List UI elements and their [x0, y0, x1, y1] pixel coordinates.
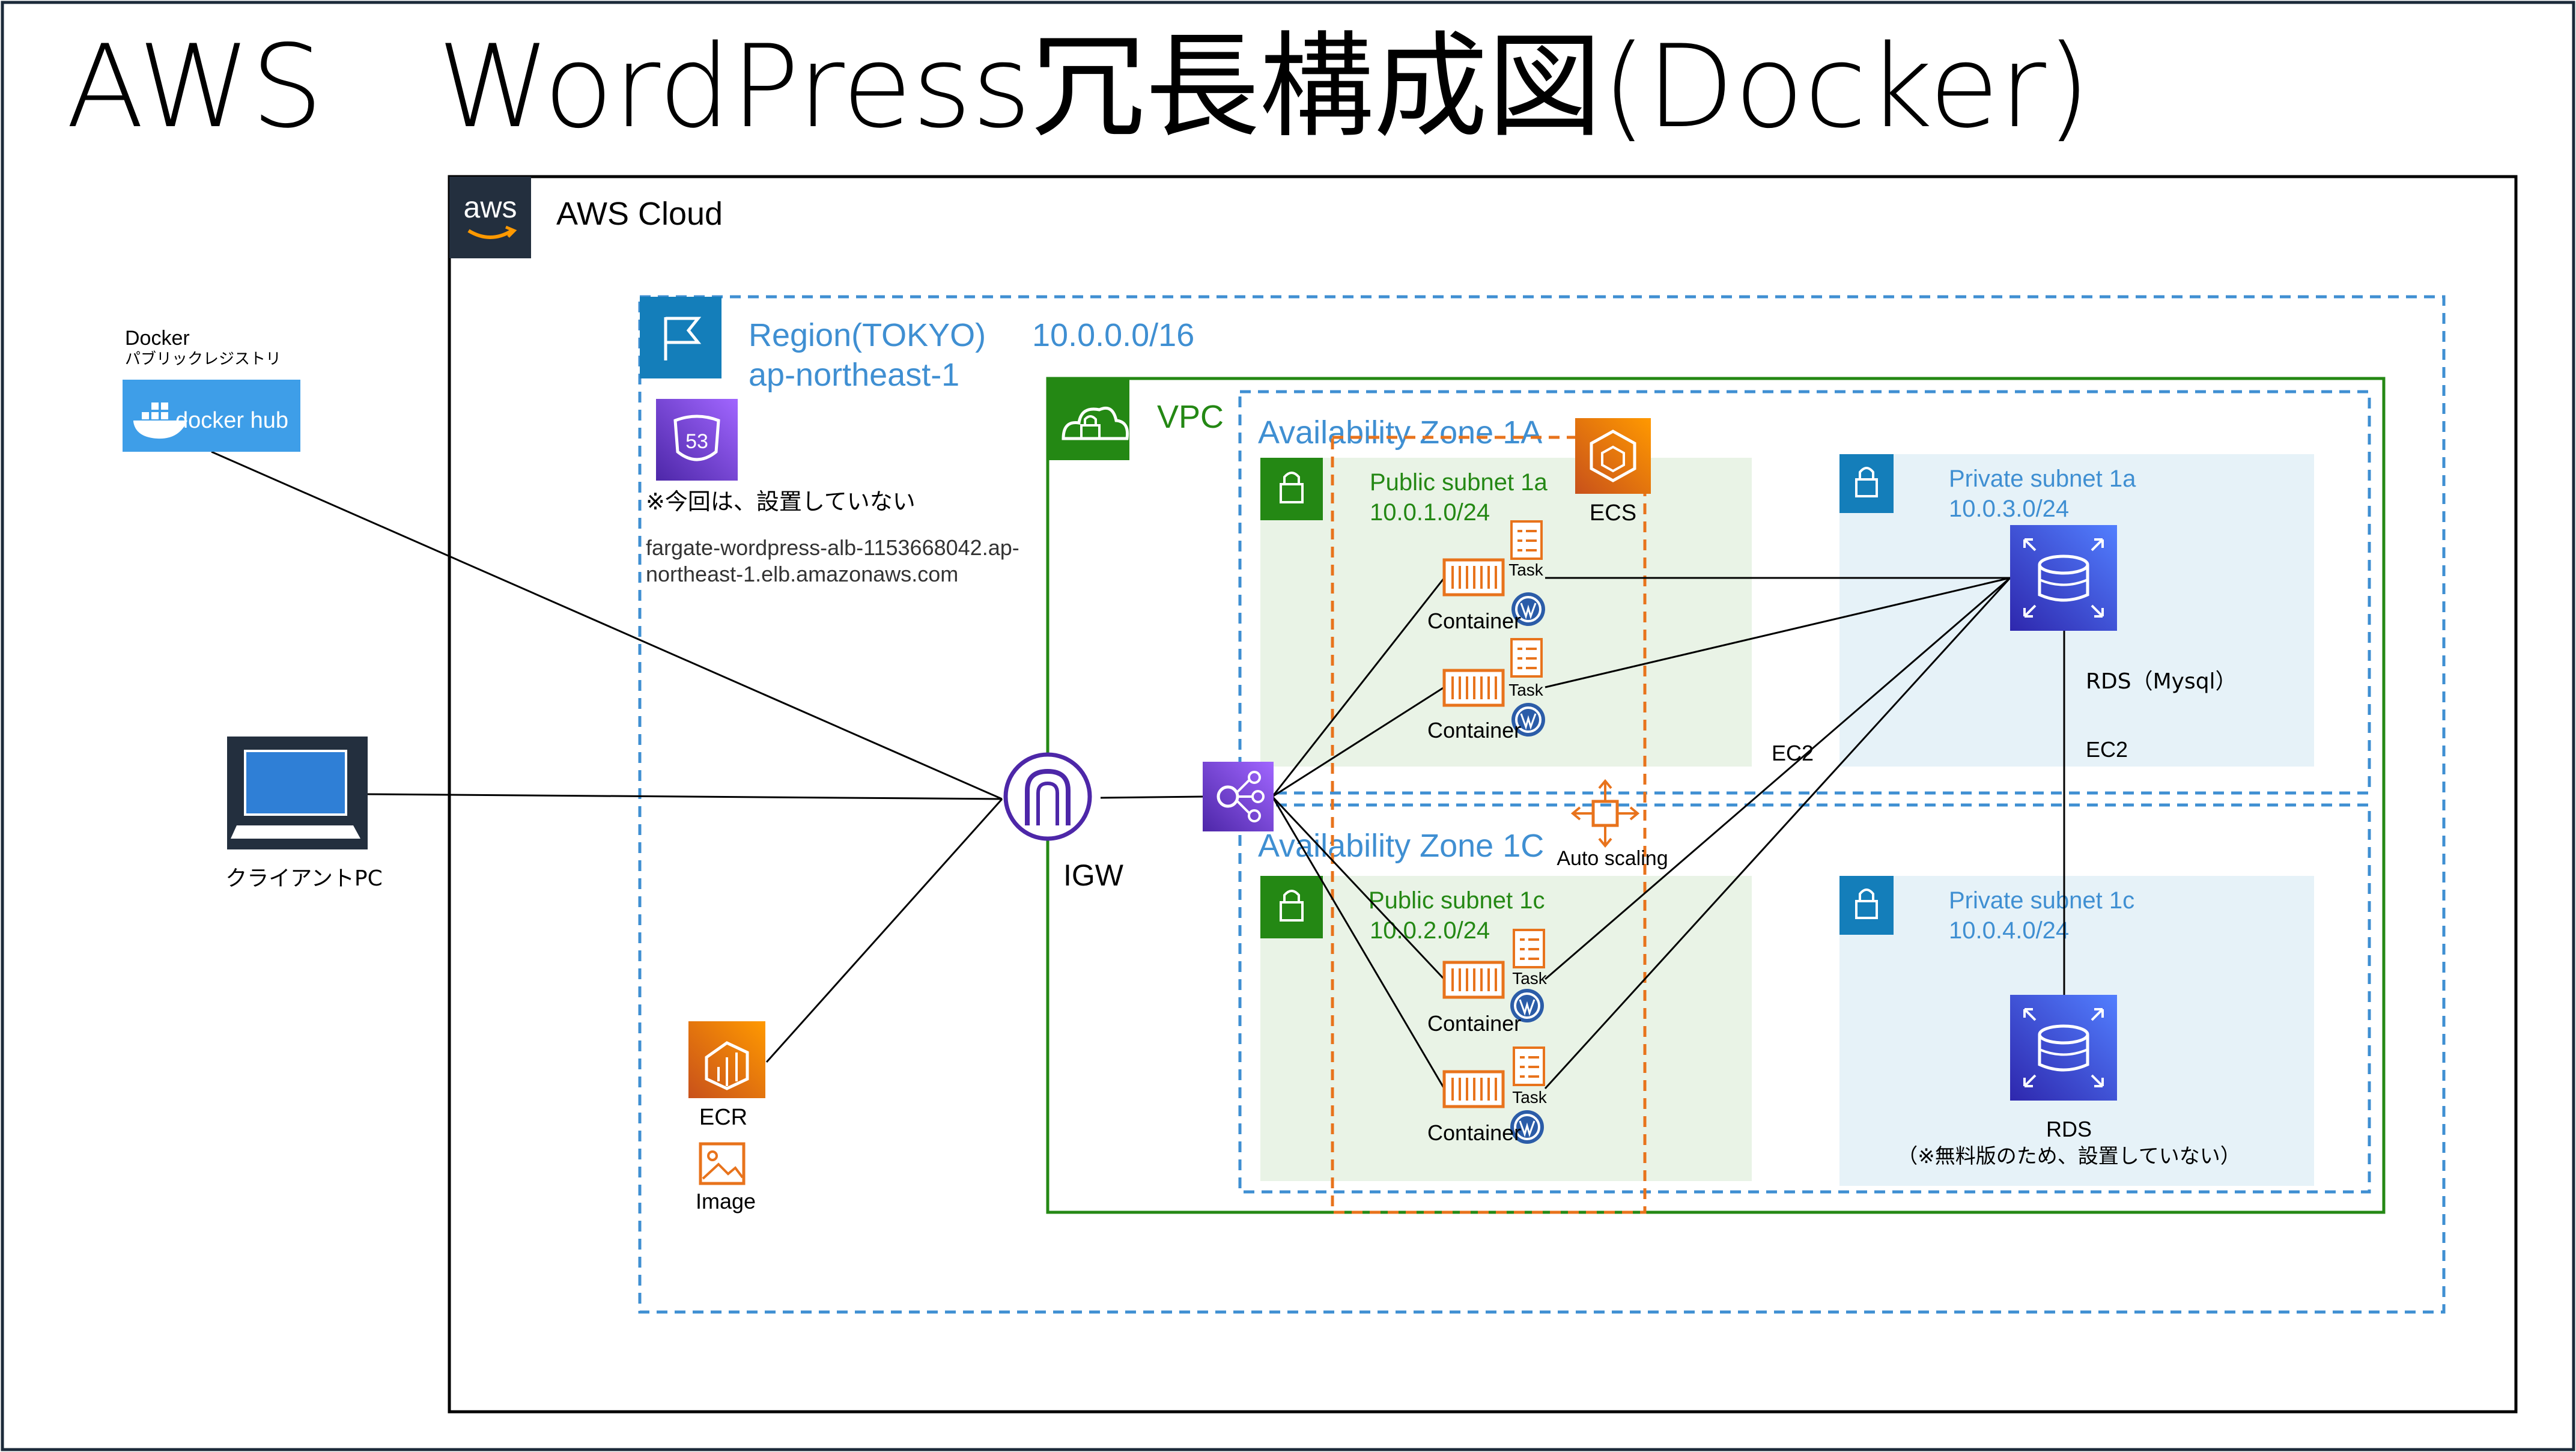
public-subnet-1a-name: Public subnet 1a — [1370, 469, 1548, 496]
line-igw-alb — [1100, 795, 1204, 799]
route53-note: ※今回は、設置していない — [646, 488, 916, 515]
rds-primary-label: RDS（Mysql） — [2086, 669, 2237, 694]
architecture-diagram: AWS WordPress冗長構成図(Docker) aws AWS Cloud… — [1, 1, 2575, 1451]
aws-logo-text: aws — [464, 190, 517, 224]
public-subnet-1a-lock-icon — [1260, 458, 1323, 520]
task-icon — [1513, 929, 1545, 968]
image-icon — [699, 1142, 746, 1185]
private-subnet-1a-name: Private subnet 1a — [1949, 466, 2136, 492]
aws-cloud-label: AWS Cloud — [556, 196, 723, 232]
private-subnet-1c-cidr: 10.0.4.0/24 — [1949, 917, 2069, 944]
ecr-label: ECR — [699, 1105, 747, 1130]
client-label: クライアントPC — [225, 866, 382, 891]
task-label: Task — [1512, 1088, 1548, 1107]
ecr-icon — [688, 1021, 765, 1098]
container-icon — [1442, 961, 1505, 999]
region-cidr: 10.0.0.0/16 — [1032, 317, 1194, 353]
container-icon — [1442, 669, 1505, 707]
laptop-icon — [227, 737, 368, 849]
ecs-icon — [1575, 418, 1651, 494]
private-subnet-1a-cidr: 10.0.3.0/24 — [1949, 496, 2069, 522]
vpc-cloud-lock-icon — [1048, 378, 1129, 460]
page-title: AWS WordPress冗長構成図(Docker) — [66, 20, 2091, 153]
container-icon — [1442, 1070, 1505, 1108]
image-label: Image — [696, 1189, 756, 1214]
az-1a-label: Availability Zone 1A — [1258, 415, 1542, 451]
region-name: Region(TOKYO) — [749, 317, 986, 353]
rds-secondary-icon — [2010, 995, 2117, 1101]
container-icon — [1442, 558, 1505, 597]
rds-primary-icon — [2010, 525, 2117, 631]
container-label: Container — [1427, 1120, 1521, 1145]
container-label: Container — [1427, 718, 1521, 743]
rds-ec2-label: EC2 — [2086, 737, 2128, 762]
vpc-label: VPC — [1157, 399, 1224, 435]
aws-cloud-logo: aws — [449, 177, 531, 258]
alb-dns-line2: northeast-1.elb.amazonaws.com — [646, 562, 958, 586]
igw-label: IGW — [1063, 858, 1124, 892]
public-subnet-1c-name: Public subnet 1c — [1368, 887, 1545, 914]
dockerhub-logo-text: docker hub — [175, 408, 288, 433]
alb-icon — [1203, 762, 1274, 831]
rds-secondary-note: （※無料版のため、設置していない） — [1897, 1144, 2240, 1168]
task-icon — [1510, 638, 1543, 678]
container-label: Container — [1427, 609, 1521, 633]
task-label: Task — [1508, 560, 1544, 579]
private-subnet-1c-lock-icon — [1839, 876, 1894, 935]
autoscaling-label: Auto scaling — [1557, 847, 1668, 870]
igw-icon — [1003, 752, 1092, 841]
region-code: ap-northeast-1 — [749, 357, 959, 393]
private-subnet-1a-lock-icon — [1839, 454, 1894, 513]
alb-dns-line1: fargate-wordpress-alb-1153668042.ap- — [646, 535, 1019, 560]
region-flag-icon — [640, 297, 721, 378]
ec2-mid-label: EC2 — [1772, 741, 1814, 765]
docker-title: Docker — [125, 327, 190, 350]
task-icon — [1513, 1046, 1545, 1086]
public-subnet-1a-cidr: 10.0.1.0/24 — [1370, 499, 1490, 526]
task-label: Task — [1512, 969, 1548, 988]
route53-icon-text: 53 — [685, 430, 708, 453]
public-subnet-1c-cidr: 10.0.2.0/24 — [1370, 917, 1490, 944]
ecs-label: ECS — [1590, 500, 1636, 526]
route53-icon: 53 — [656, 399, 738, 481]
container-label: Container — [1427, 1011, 1521, 1036]
public-subnet-1c-lock-icon — [1260, 876, 1323, 938]
docker-subtitle: パブリックレジストリ — [125, 350, 281, 368]
task-label: Task — [1508, 681, 1544, 699]
task-icon — [1510, 520, 1543, 560]
private-subnet-1c-name: Private subnet 1c — [1949, 887, 2134, 914]
dockerhub-logo: docker hub — [123, 380, 300, 452]
rds-secondary-label: RDS — [2046, 1117, 2092, 1141]
